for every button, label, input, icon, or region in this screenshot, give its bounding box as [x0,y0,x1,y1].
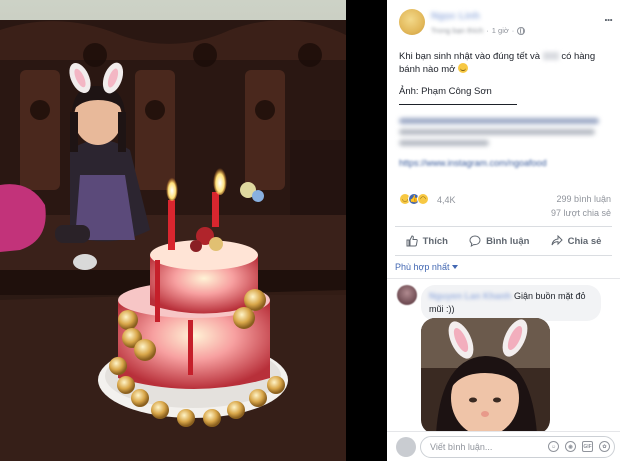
commenter-avatar[interactable] [397,285,417,305]
share-label: Chia sẻ [567,235,602,247]
comment-bubble: Nguyen Lan Khanh Giận buồn mặt đỏ mũi :)) [421,285,601,321]
comment-button[interactable]: Bình luận [469,235,529,247]
credit-divider [399,104,517,105]
my-avatar [396,437,416,457]
globe-icon [517,26,526,35]
commenter-name[interactable]: Nguyen Lan Khanh [429,291,511,301]
post-meta-blurred: Trong bạn thích [431,26,484,35]
post-panel: Ngọc Linh Trong bạn thích · 1 giờ · ... … [387,0,620,461]
blurred-line [399,129,595,135]
post-time[interactable]: 1 giờ [492,26,509,35]
post-text-before: Khi bạn sinh nhật vào đúng tết và [399,51,541,62]
like-button[interactable]: Thích [406,235,448,247]
thumbs-up-icon [406,235,418,247]
comments-divider [387,278,620,279]
censored-word [542,52,559,61]
gif-icon[interactable]: GIF [582,441,593,452]
sort-label: Phù hợp nhất [395,262,450,272]
blurred-promo-text [399,118,611,151]
comment-composer: Viết bình luận... ☺ ◉ GIF ✿ [387,431,620,461]
composer-tools: ☺ ◉ GIF ✿ [548,441,610,452]
reaction-icons[interactable]: ◡ 👍 ◠ [399,193,429,205]
sad-icon: ◠ [417,193,429,205]
share-icon [551,235,563,246]
more-options-button[interactable]: ... [604,9,613,24]
meta-dot-2: · [511,26,515,35]
emoji-icon[interactable]: ☺ [548,441,559,452]
author-name[interactable]: Ngọc Linh [431,11,480,22]
blurred-line [399,118,599,124]
post-actions: Thích Bình luận Chia sẻ [395,226,612,256]
post-text: Khi bạn sinh nhật vào đúng tết và có hàn… [399,50,611,76]
caret-down-icon [452,265,459,269]
post-header: Ngọc Linh Trong bạn thích · 1 giờ · ... [387,0,620,36]
post-stats: ◡ 👍 ◠ 4,4K 299 bình luận 97 lượt chia sẻ [399,193,611,218]
photo-viewer[interactable] [0,0,346,461]
post-meta: Trong bạn thích · 1 giờ · [431,26,526,35]
comment-photo[interactable] [421,318,550,434]
camera-icon[interactable]: ◉ [565,441,576,452]
photo-credit: Ảnh: Phạm Công Sơn [399,86,492,97]
comment-icon [469,235,481,247]
meta-dot: · [486,26,489,35]
sticker-icon[interactable]: ✿ [599,441,610,452]
blurred-line [399,140,489,146]
blurred-link[interactable]: https://www.instagram.com/ngoafood [399,158,547,168]
share-button[interactable]: Chia sẻ [551,235,602,247]
comment-input-placeholder: Viết bình luận... [430,442,493,452]
post-photo[interactable] [0,0,346,461]
comment-count[interactable]: 299 bình luận [556,194,611,204]
share-count[interactable]: 97 lượt chia sẻ [551,208,611,218]
reaction-count[interactable]: 4,4K [437,195,456,205]
author-avatar[interactable] [399,9,425,35]
like-label: Thích [422,235,448,247]
comment-sort-dropdown[interactable]: Phù hợp nhất [395,262,459,272]
comment-label: Bình luận [486,235,530,247]
smile-emoji-icon [458,63,469,73]
